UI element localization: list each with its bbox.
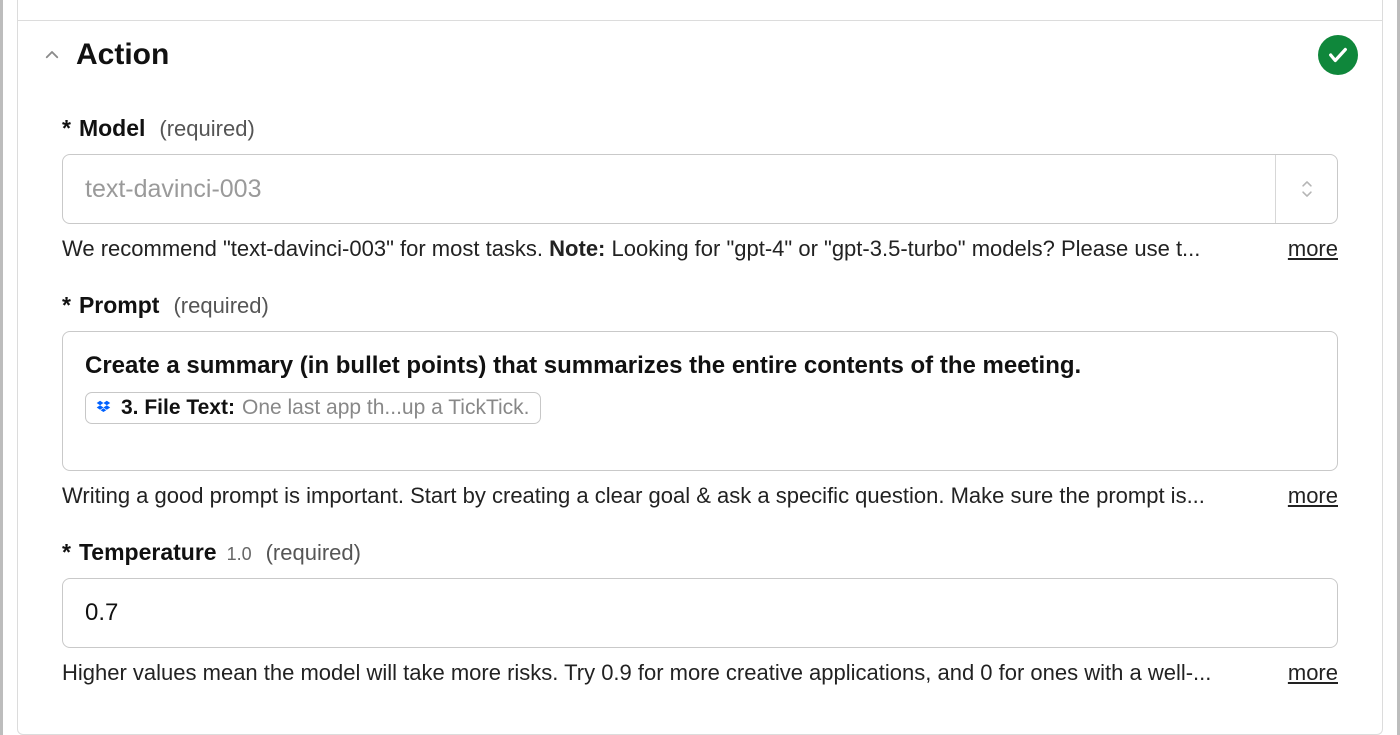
updown-icon [1298,178,1316,200]
variable-pill-file-text[interactable]: 3. File Text: One last app th...up a Tic… [85,392,541,424]
required-text: (required) [159,116,254,142]
required-text: (required) [173,293,268,319]
section-header-left: Action [42,38,169,72]
required-asterisk: * [62,115,71,142]
form-content: * Model (required) text-davinci-003 We r… [18,95,1382,686]
field-label-temperature: Temperature [79,539,217,566]
help-row: Writing a good prompt is important. Star… [62,483,1338,509]
required-asterisk: * [62,292,71,319]
temperature-help-text: Higher values mean the model will take m… [62,660,1264,686]
status-badge-success [1318,35,1358,75]
section-header: Action [18,35,1382,95]
model-help-text: We recommend "text-davinci-003" for most… [62,236,1264,262]
section-title: Action [76,38,169,72]
prompt-more-link[interactable]: more [1288,483,1338,509]
help-row: Higher values mean the model will take m… [62,660,1338,686]
required-text: (required) [266,540,361,566]
collapse-toggle[interactable] [42,45,62,65]
model-help-post: Looking for "gpt-4" or "gpt-3.5-turbo" m… [605,236,1200,261]
chevron-up-icon [43,46,61,64]
field-temperature: * Temperature 1.0 (required) Higher valu… [62,539,1338,686]
field-label-model: Model [79,115,145,142]
app-frame: Action * Model (required) text-davinci-0… [0,0,1400,735]
help-row: We recommend "text-davinci-003" for most… [62,236,1338,262]
field-model: * Model (required) text-davinci-003 We r… [62,115,1338,262]
pill-value: One last app th...up a TickTick. [242,396,530,420]
field-label-prompt: Prompt [79,292,160,319]
model-more-link[interactable]: more [1288,236,1338,262]
field-prompt: * Prompt (required) Create a summary (in… [62,292,1338,509]
card-top-divider [18,20,1382,21]
prompt-instruction-text: Create a summary (in bullet points) that… [85,350,1315,382]
dropbox-icon [94,398,114,418]
prompt-input[interactable]: Create a summary (in bullet points) that… [62,331,1338,471]
prompt-help-text: Writing a good prompt is important. Star… [62,483,1264,509]
model-help-strong: Note: [549,236,605,261]
required-asterisk: * [62,539,71,566]
pill-name: 3. File Text: [121,396,235,420]
temperature-default: 1.0 [227,544,252,565]
model-select-value: text-davinci-003 [63,155,1275,223]
field-label-row: * Prompt (required) [62,292,1338,319]
temperature-more-link[interactable]: more [1288,660,1338,686]
model-select[interactable]: text-davinci-003 [62,154,1338,224]
field-label-row: * Temperature 1.0 (required) [62,539,1338,566]
check-icon [1327,44,1349,66]
field-label-row: * Model (required) [62,115,1338,142]
action-card: Action * Model (required) text-davinci-0… [17,0,1383,735]
model-select-toggle[interactable] [1275,155,1337,223]
model-help-pre: We recommend "text-davinci-003" for most… [62,236,549,261]
temperature-input[interactable] [62,578,1338,648]
